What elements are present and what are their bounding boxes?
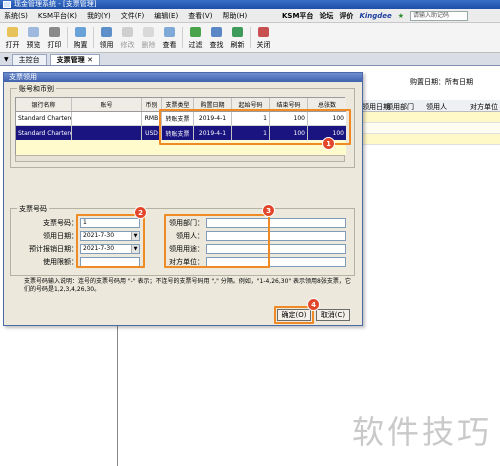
number-group-label: 支票号码 <box>17 204 49 214</box>
tab-list-arrow-icon[interactable]: ▼ <box>4 54 9 65</box>
toolbar-separator <box>250 27 251 48</box>
callout-badge-2: 2 <box>134 206 147 219</box>
print-button[interactable]: 打印 <box>44 23 65 53</box>
use-button[interactable]: 领用 <box>96 23 117 53</box>
window-titlebar: 现金管理系统 - [支票管理] <box>0 0 500 9</box>
main-toolbar: 打开 预览 打印 购置 领用 修改 删除 查看 过滤 查找 刷新 关闭 <box>0 23 500 53</box>
menu-item-file[interactable]: 文件(F) <box>121 11 145 21</box>
delete-button[interactable]: 删除 <box>138 23 159 53</box>
grid-horizontal-scrollbar[interactable] <box>15 155 345 162</box>
close-button[interactable]: 关闭 <box>253 23 274 53</box>
col-account: 账号 <box>72 98 142 111</box>
menu-item-edit[interactable]: 编辑(E) <box>154 11 178 21</box>
forum-link[interactable]: 论坛 <box>319 11 333 21</box>
callout-badge-3: 3 <box>262 204 275 217</box>
mnemonic-search-input[interactable]: 请输入助记码 <box>410 11 469 21</box>
review-link[interactable]: 评价 <box>339 11 353 21</box>
account-group-label: 账号和币别 <box>17 84 56 94</box>
ksm-platform-link[interactable]: KSM平台 <box>282 11 313 21</box>
find-button[interactable]: 查找 <box>206 23 227 53</box>
check-number-help-text: 支票号码输入说明：连号的支票号码用 "-" 表示；不连号的支票号码用 "," 分… <box>24 278 351 293</box>
preview-button[interactable]: 预览 <box>23 23 44 53</box>
menu-item-view[interactable]: 查看(V) <box>188 11 212 21</box>
window-title: 现金管理系统 - [支票管理] <box>14 0 97 8</box>
table-row[interactable] <box>360 112 500 123</box>
purchase-icon <box>75 27 86 37</box>
modify-icon <box>122 27 133 37</box>
purchase-date-filter-label: 购置日期：所有日期 <box>410 78 473 86</box>
refresh-button[interactable]: 刷新 <box>227 23 248 53</box>
menu-bar: 系统(S) KSM平台(K) 我的(Y) 文件(F) 编辑(E) 查看(V) 帮… <box>0 9 500 23</box>
menu-right-area: KSM平台 论坛 评价 Kingdee ★ 请输入助记码 <box>282 9 469 23</box>
filter-icon <box>190 27 201 37</box>
tab-bar: ▼ 主控台 支票管理 ✕ <box>0 53 500 66</box>
callout-box-2 <box>76 214 145 268</box>
toolbar-separator <box>67 27 68 48</box>
refresh-icon <box>232 27 243 37</box>
delete-icon <box>143 27 154 37</box>
open-icon <box>7 27 18 37</box>
purchase-button[interactable]: 购置 <box>70 23 91 53</box>
callout-badge-1: 1 <box>322 137 335 150</box>
cancel-button[interactable]: 取消(C) <box>316 309 350 321</box>
callout-badge-4: 4 <box>307 298 320 311</box>
table-row[interactable] <box>360 123 500 134</box>
menu-item-help[interactable]: 帮助(H) <box>222 11 247 21</box>
tab-close-icon[interactable]: ✕ <box>87 56 93 64</box>
background-grid: 领用日期 领用部门 领用人 对方单位 <box>360 100 500 160</box>
toolbar-separator <box>182 27 183 48</box>
callout-box-3 <box>164 214 270 268</box>
dialog-title: 支票领用 <box>4 73 362 82</box>
view-icon <box>164 27 175 37</box>
open-button[interactable]: 打开 <box>2 23 23 53</box>
menu-item-system[interactable]: 系统(S) <box>4 11 28 21</box>
app-icon <box>3 1 11 8</box>
kingdee-logo: Kingdee <box>359 12 392 20</box>
print-icon <box>49 27 60 37</box>
find-icon <box>211 27 222 37</box>
preview-icon <box>28 27 39 37</box>
background-grid-header: 领用日期 领用部门 领用人 对方单位 <box>360 100 500 112</box>
view-button[interactable]: 查看 <box>159 23 180 53</box>
modify-button[interactable]: 修改 <box>117 23 138 53</box>
close-icon <box>258 27 269 37</box>
toolbar-separator <box>93 27 94 48</box>
filter-button[interactable]: 过滤 <box>185 23 206 53</box>
tab-main-console[interactable]: 主控台 <box>11 54 47 65</box>
table-row[interactable] <box>360 134 500 145</box>
check-use-dialog: 支票领用 账号和币别 银行名称 账号 币别 支票类型 购置日期 起始号码 结束号… <box>3 72 363 326</box>
watermark-text: 软件技巧 <box>352 413 493 451</box>
menu-item-mine[interactable]: 我的(Y) <box>87 11 111 21</box>
star-icon[interactable]: ★ <box>398 12 404 20</box>
menu-item-ksm[interactable]: KSM平台(K) <box>38 11 77 21</box>
col-bank-name: 银行名称 <box>16 98 72 111</box>
tab-check-management[interactable]: 支票管理 ✕ <box>49 54 100 65</box>
use-icon <box>101 27 112 37</box>
